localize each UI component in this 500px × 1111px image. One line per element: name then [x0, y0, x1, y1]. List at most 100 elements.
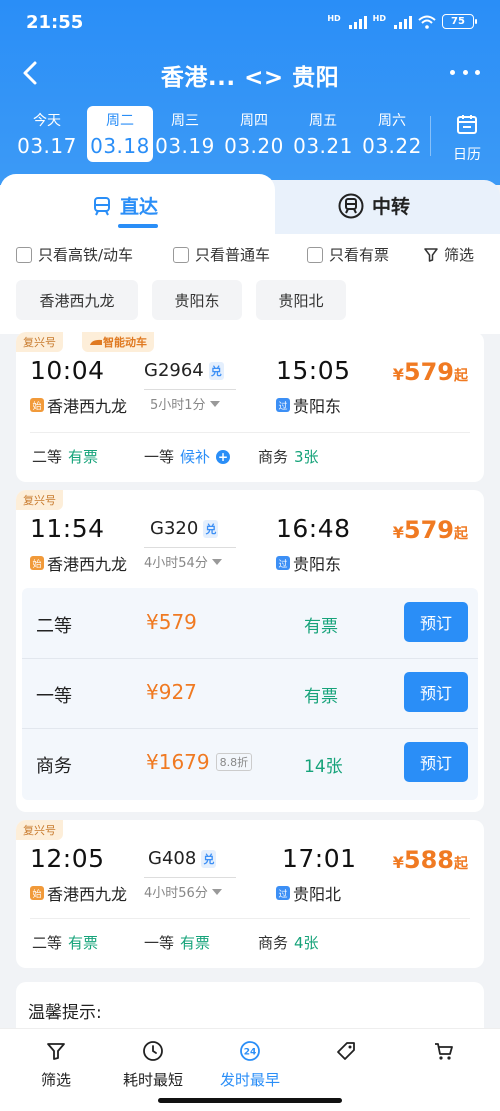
- tab-direct[interactable]: 直达: [92, 192, 158, 219]
- dot-icon: [462, 69, 468, 75]
- duration-label: 5小时1分: [150, 398, 206, 413]
- filter-label: 只看高铁/动车: [38, 246, 134, 264]
- arrive-station: 过贵阳北: [276, 881, 341, 905]
- funnel-icon: [424, 247, 438, 262]
- hd-label-2: HD: [372, 14, 386, 23]
- train-card-expanded[interactable]: 复兴号 11:54 始香港西九龙 G320 兑 4小时54分 16:48 过贵阳东…: [16, 490, 484, 812]
- seat-row: 一等 ¥927 有票 预订: [22, 658, 478, 728]
- header: 21:55 HD HD 75 香港... <> 贵阳 今天 03.17 周二 03.…: [0, 0, 500, 185]
- arrive-station-label: 贵阳东: [293, 397, 342, 416]
- seat-info: 二等 有票: [32, 932, 98, 953]
- station-chip[interactable]: 贵阳北: [256, 280, 346, 320]
- date-item[interactable]: 周四 03.20: [221, 106, 287, 162]
- route-line: [144, 547, 236, 548]
- date-bar: 今天 03.17 周二 03.18 周三 03.19 周四 03.20 周五 03.21 …: [0, 104, 500, 164]
- filter-label: 只看普通车: [195, 246, 271, 264]
- arrive-station: 过贵阳东: [276, 393, 341, 417]
- depart-station: 始香港西九龙: [30, 393, 127, 417]
- price-suffix: 起: [454, 526, 468, 542]
- tab-transfer[interactable]: 中转: [338, 192, 410, 219]
- status-bar: 21:55 HD HD 75: [0, 0, 500, 46]
- train-card[interactable]: 复兴号 智能动车 10:04 始香港西九龙 G2964 兑 5小时1分 15:05…: [16, 332, 484, 482]
- checkbox[interactable]: [307, 246, 323, 263]
- train-card[interactable]: 复兴号 12:05 始香港西九龙 G408 兑 4小时56分 17:01 过贵阳北…: [16, 820, 484, 968]
- date-divider: [430, 116, 431, 156]
- date-item-selected[interactable]: 周二 03.18: [87, 106, 153, 162]
- filter-button[interactable]: 筛选: [424, 244, 474, 265]
- filter-row: 只看高铁/动车 只看普通车 只看有票 筛选: [0, 238, 500, 272]
- depart-station-label: 香港西九龙: [47, 885, 128, 904]
- plus-icon[interactable]: +: [216, 449, 231, 464]
- calendar-label: 日历: [453, 147, 481, 163]
- lowest-price: ¥579起: [393, 358, 468, 386]
- date-item[interactable]: 今天 03.17: [14, 106, 80, 162]
- date-item[interactable]: 周五 03.21: [290, 106, 356, 162]
- station-chip[interactable]: 贵阳东: [152, 280, 242, 320]
- duration[interactable]: 4小时54分: [144, 552, 222, 571]
- pass-tag: 过: [276, 556, 290, 570]
- sort-duration-button[interactable]: 耗时最短: [103, 1037, 203, 1090]
- date-label: 03.19: [155, 134, 215, 158]
- battery-icon: 75: [442, 14, 477, 29]
- seat-status: 有票: [180, 934, 211, 952]
- station-chip[interactable]: 香港西九龙: [16, 280, 138, 320]
- seat-status: 有票: [304, 617, 338, 637]
- seat-price: ¥1679 8.8折: [146, 750, 253, 774]
- train-number-label: G320: [150, 518, 199, 539]
- bottom-filter-button[interactable]: 筛选: [6, 1037, 106, 1090]
- calendar-button[interactable]: 日历: [442, 110, 492, 163]
- train-number: G320 兑: [150, 518, 219, 539]
- book-button[interactable]: 预订: [404, 672, 468, 712]
- date-item[interactable]: 周六 03.22: [359, 106, 425, 162]
- seat-class: 二等: [32, 448, 63, 466]
- filter-high-speed[interactable]: 只看高铁/动车: [16, 244, 133, 265]
- seat-info[interactable]: 一等 候补 +: [144, 446, 231, 467]
- seat-info: 一等 有票: [144, 932, 210, 953]
- smart-train-badge: 智能动车: [82, 332, 154, 352]
- sort-depart-button[interactable]: 24 发时最早: [200, 1037, 300, 1090]
- lowest-price: ¥588起: [393, 846, 468, 874]
- checkbox[interactable]: [173, 246, 189, 263]
- weekday-label: 今天: [33, 113, 61, 129]
- price-value: 588: [403, 846, 454, 874]
- filter-available[interactable]: 只看有票: [307, 244, 389, 265]
- book-button[interactable]: 预订: [404, 742, 468, 782]
- seat-class: 二等: [32, 934, 63, 952]
- book-button[interactable]: 预订: [404, 602, 468, 642]
- arrive-station-label: 贵阳东: [293, 555, 342, 574]
- date-label: 03.22: [362, 134, 422, 158]
- tab-indicator: [118, 224, 158, 228]
- duration[interactable]: 5小时1分: [150, 394, 220, 413]
- weekday-label: 周五: [309, 113, 337, 129]
- depart-station-label: 香港西九龙: [47, 397, 128, 416]
- date-item[interactable]: 周三 03.19: [152, 106, 218, 162]
- train-number: G408 兑: [148, 848, 217, 869]
- origin-tag: 始: [30, 556, 44, 570]
- seat-price: ¥579: [146, 610, 197, 634]
- price-value: 579: [403, 358, 454, 386]
- home-indicator: [158, 1098, 342, 1103]
- seat-class: 二等: [36, 616, 72, 637]
- filter-label: 筛选: [444, 246, 475, 264]
- date-label: 03.20: [224, 134, 284, 158]
- seat-info: 二等 有票: [32, 446, 98, 467]
- seat-price: ¥927: [146, 680, 197, 704]
- train-number: G2964 兑: [144, 360, 224, 381]
- status-time: 21:55: [26, 12, 84, 33]
- filter-normal[interactable]: 只看普通车: [173, 244, 270, 265]
- duration[interactable]: 4小时56分: [144, 882, 222, 901]
- filter-icon: [47, 1043, 65, 1060]
- route-tabs: 直达 中转: [0, 174, 500, 234]
- depart-station: 始香港西九龙: [30, 551, 127, 575]
- origin-tag: 始: [30, 398, 44, 412]
- hd-label: HD: [327, 14, 341, 23]
- price-tag-button[interactable]: [296, 1037, 396, 1069]
- checkbox[interactable]: [16, 246, 32, 263]
- price-suffix: 起: [454, 856, 468, 872]
- lowest-price: ¥579起: [393, 516, 468, 544]
- 24h-icon: 24: [240, 1041, 260, 1061]
- currency-symbol: ¥: [392, 523, 404, 542]
- more-button[interactable]: [450, 60, 480, 84]
- duration-label: 4小时56分: [144, 886, 208, 901]
- cart-button[interactable]: [394, 1037, 494, 1069]
